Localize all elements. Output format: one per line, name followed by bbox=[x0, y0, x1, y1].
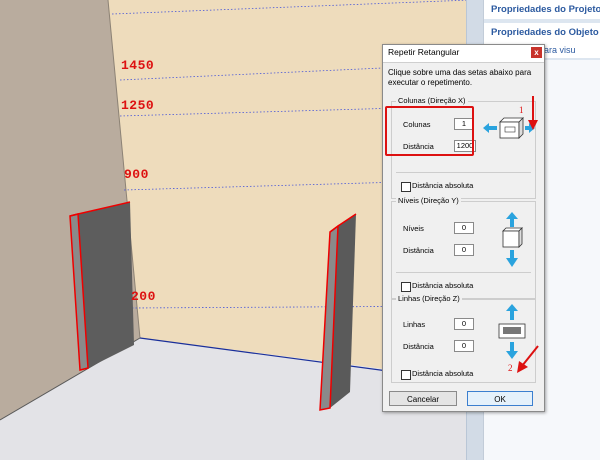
dimension-label-1250: 1250 bbox=[121, 98, 155, 113]
columns-legend: Colunas (Direção X) bbox=[396, 96, 468, 105]
project-properties-header[interactable]: Propriedades do Projeto bbox=[484, 0, 600, 19]
panel-object-left[interactable] bbox=[69, 201, 134, 371]
y-direction-arrows-icon[interactable] bbox=[500, 212, 524, 268]
levels-count-input[interactable] bbox=[454, 222, 474, 234]
dialog-title: Repetir Retangular bbox=[388, 47, 460, 57]
levels-distance-label: Distância bbox=[403, 246, 434, 255]
dimension-label-1450: 1450 bbox=[121, 58, 155, 73]
instruction-text: Clique sobre uma das setas abaixo para e… bbox=[388, 68, 532, 87]
levels-group: Níveis (Direção Y) Níveis Distância Dist… bbox=[391, 196, 536, 299]
levels-absolute-checkbox[interactable] bbox=[401, 282, 411, 292]
object-properties-header[interactable]: Propriedades do Objeto bbox=[484, 23, 600, 42]
lines-count-label: Linhas bbox=[403, 320, 426, 329]
annotation-step-1: 1 bbox=[519, 105, 524, 115]
dialog-titlebar[interactable]: Repetir Retangular x bbox=[383, 45, 544, 63]
lines-distance-input[interactable] bbox=[454, 340, 474, 352]
levels-legend: Níveis (Direção Y) bbox=[396, 196, 461, 205]
levels-absolute-label: Distância absoluta bbox=[412, 281, 474, 290]
dimension-label-200: 200 bbox=[131, 289, 156, 304]
levels-distance-input[interactable] bbox=[454, 244, 474, 256]
lines-legend: Linhas (Direção Z) bbox=[396, 294, 462, 303]
lines-distance-label: Distância bbox=[403, 342, 434, 351]
annotation-arrow-down-icon bbox=[528, 96, 538, 130]
levels-count-label: Níveis bbox=[403, 224, 424, 233]
lines-count-input[interactable] bbox=[454, 318, 474, 330]
close-button[interactable]: x bbox=[531, 47, 542, 58]
columns-absolute-checkbox[interactable] bbox=[401, 182, 411, 192]
annotation-highlight-box bbox=[385, 106, 474, 156]
columns-absolute-label: Distância absoluta bbox=[412, 181, 474, 190]
annotation-step-2: 2 bbox=[508, 363, 513, 373]
annotation-arrow-diagonal-icon bbox=[517, 345, 539, 373]
ok-button[interactable]: OK bbox=[467, 391, 533, 406]
lines-absolute-label: Distância absoluta bbox=[412, 369, 474, 378]
columns-separator bbox=[396, 172, 531, 173]
cancel-button[interactable]: Cancelar bbox=[389, 391, 457, 406]
dimension-label-900: 900 bbox=[124, 167, 149, 182]
levels-separator bbox=[396, 272, 531, 273]
lines-absolute-checkbox[interactable] bbox=[401, 370, 411, 380]
